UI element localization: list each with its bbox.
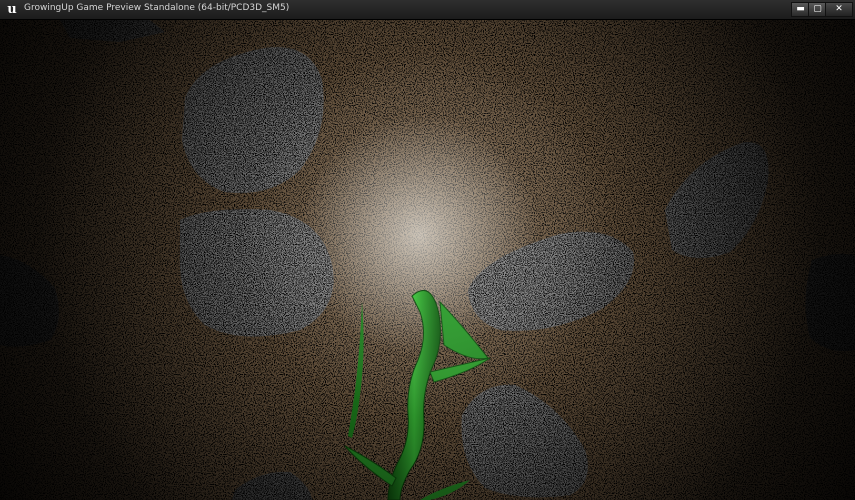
minimize-icon: ▬ [796,4,805,14]
game-viewport[interactable] [0,20,855,500]
close-button[interactable]: ✕ [825,2,853,17]
close-icon: ✕ [835,4,843,14]
unreal-engine-icon: u [7,2,17,17]
game-window: u GrowingUp Game Preview Standalone (64-… [0,0,855,500]
lighting-vignette [0,20,855,500]
window-title: GrowingUp Game Preview Standalone (64-bi… [24,3,290,13]
title-bar[interactable]: u GrowingUp Game Preview Standalone (64-… [0,0,855,20]
game-scene [0,20,855,500]
maximize-icon: ▢ [813,4,822,14]
